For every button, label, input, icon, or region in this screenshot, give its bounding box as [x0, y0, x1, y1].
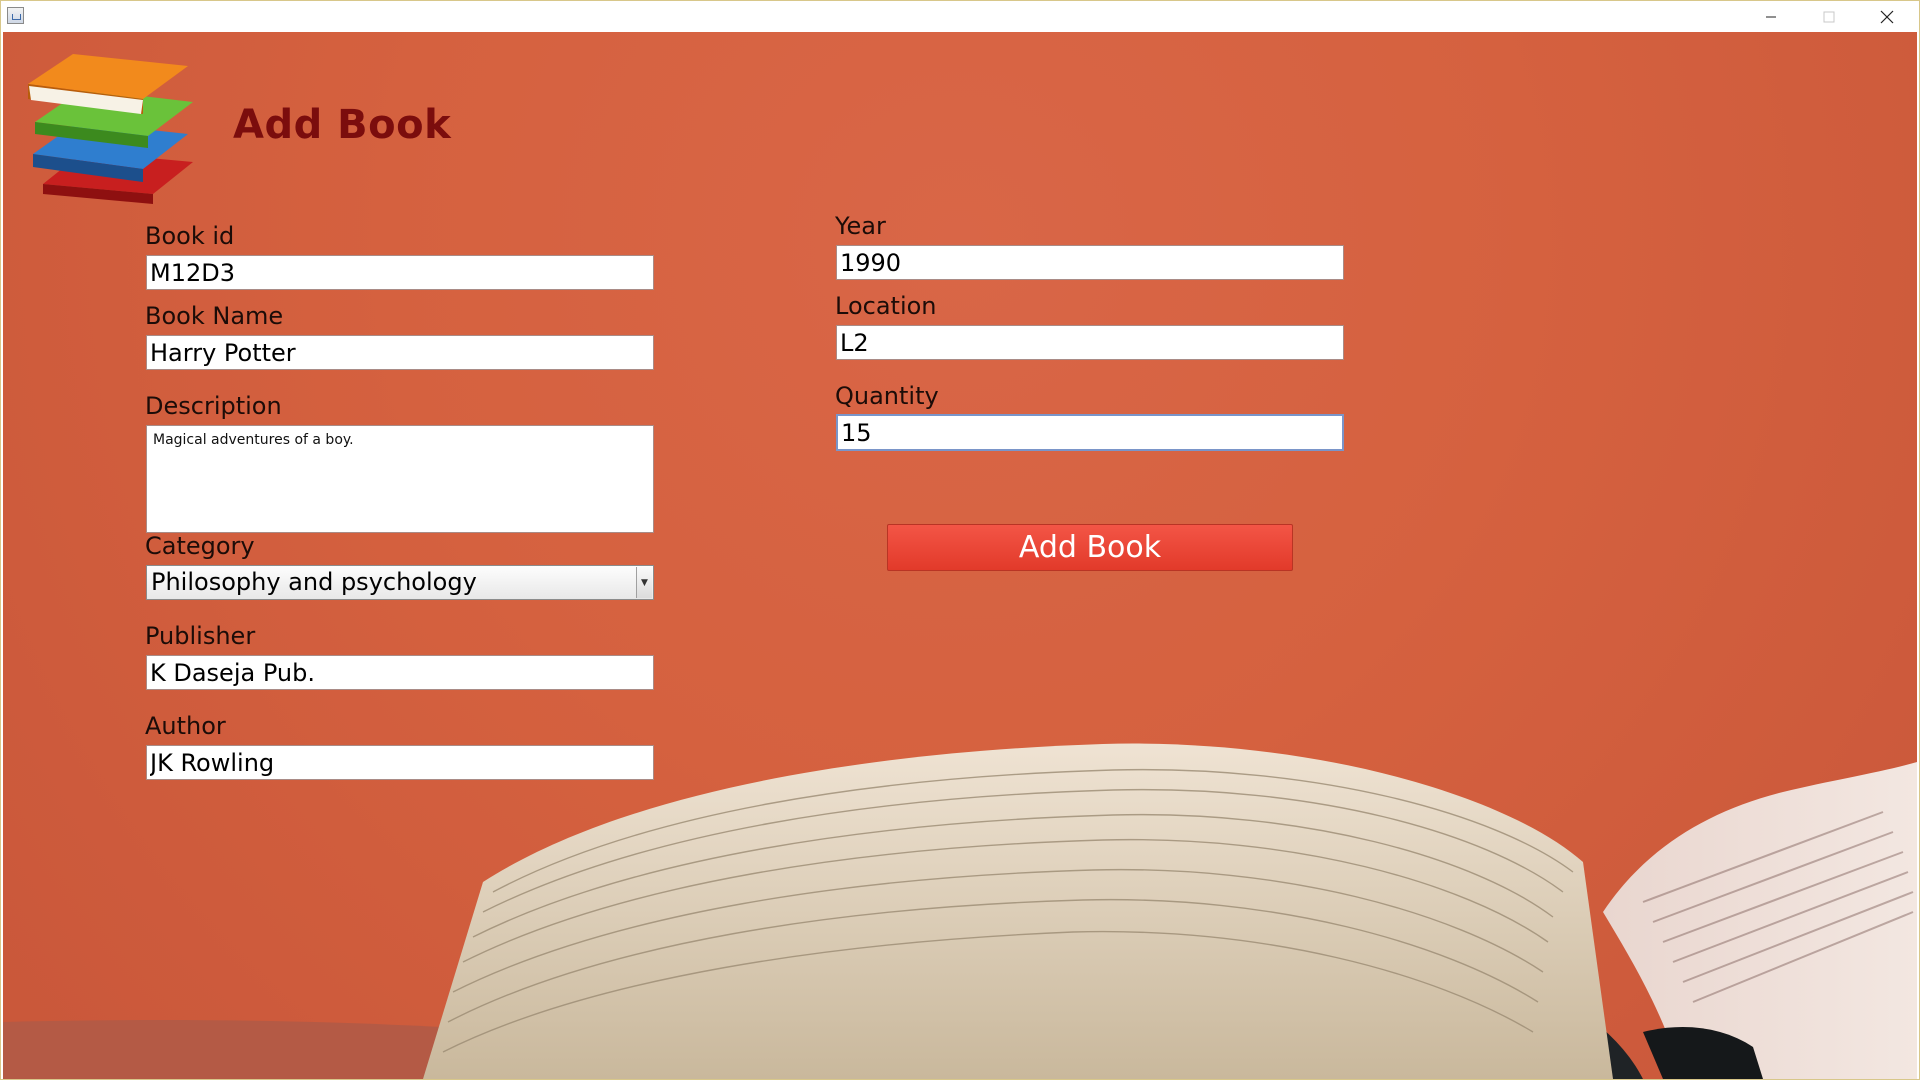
- page-title: Add Book: [233, 102, 452, 148]
- form-panel: Add Book Book id Book Name Description M…: [3, 32, 1917, 1079]
- location-input[interactable]: [836, 325, 1344, 360]
- publisher-input[interactable]: [146, 655, 654, 690]
- category-select[interactable]: Philosophy and psychology ▼: [146, 565, 654, 600]
- add-book-button[interactable]: Add Book: [887, 524, 1293, 571]
- book-id-label: Book id: [145, 222, 235, 250]
- author-input[interactable]: [146, 745, 654, 780]
- author-label: Author: [145, 712, 226, 740]
- close-button[interactable]: [1858, 1, 1916, 32]
- category-selected-value: Philosophy and psychology: [151, 568, 477, 596]
- category-label: Category: [145, 532, 255, 560]
- location-label: Location: [835, 292, 937, 320]
- maximize-button[interactable]: [1800, 1, 1858, 32]
- chevron-down-icon[interactable]: ▼: [636, 567, 652, 598]
- close-icon: [1880, 10, 1894, 23]
- minimize-icon: [1766, 16, 1776, 17]
- year-input[interactable]: [836, 245, 1344, 280]
- java-app-icon: [7, 7, 24, 24]
- book-id-input[interactable]: [146, 255, 654, 290]
- maximize-icon: [1823, 11, 1835, 22]
- title-bar: [1, 1, 1919, 32]
- book-name-label: Book Name: [145, 302, 284, 330]
- book-name-input[interactable]: [146, 335, 654, 370]
- minimize-button[interactable]: [1742, 1, 1800, 32]
- quantity-label: Quantity: [835, 382, 939, 410]
- publisher-label: Publisher: [145, 622, 256, 650]
- quantity-input[interactable]: [836, 414, 1344, 451]
- year-label: Year: [835, 212, 886, 240]
- app-window: Add Book Book id Book Name Description M…: [0, 0, 1920, 1080]
- description-label: Description: [145, 392, 282, 420]
- description-textarea[interactable]: Magical adventures of a boy.: [146, 425, 654, 533]
- books-stack-icon: [28, 54, 193, 204]
